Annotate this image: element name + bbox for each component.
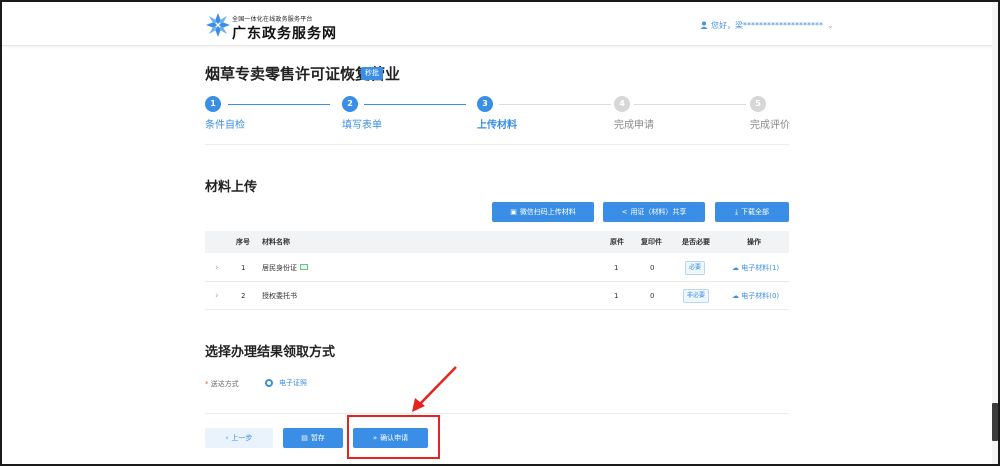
- electronic-material-link[interactable]: ☁ 电子材料(0): [732, 282, 779, 310]
- wechat-upload-button[interactable]: ▣ 微信扫码上传材料: [492, 202, 594, 222]
- chevron-left-icon: ‹: [225, 434, 229, 442]
- electronic-material-link[interactable]: ☁ 电子材料(1): [732, 254, 779, 282]
- instant-approval-badge: 秒批: [361, 67, 383, 80]
- vertical-scrollbar[interactable]: [992, 2, 998, 464]
- electronic-material-label: 电子材料(0): [741, 292, 780, 300]
- step-connector: [499, 104, 611, 105]
- row-index: 2: [241, 292, 246, 300]
- save-draft-label: 暂存: [310, 434, 325, 442]
- required-star-icon: *: [205, 380, 209, 388]
- materials-table-header: 序号 材料名称 原件 复印件 是否必要 操作: [205, 231, 789, 253]
- row-index: 1: [241, 264, 246, 272]
- expand-row-icon[interactable]: ›: [215, 254, 219, 282]
- step-connector: [228, 104, 330, 105]
- copy-count: 0: [650, 264, 655, 272]
- user-menu[interactable]: 您好，梁******************** ⌄: [700, 20, 834, 31]
- table-row: › 1 居民身份证 1 0 必要 ☁ 电子材料(1): [205, 254, 789, 282]
- divider: [205, 144, 789, 145]
- document-icon: [300, 264, 308, 270]
- step-number: 2: [342, 96, 358, 112]
- top-header: 全国一体化在线政务服务平台 广东政务服务网 您好，梁**************…: [2, 2, 998, 46]
- chevron-down-icon: ⌄: [827, 21, 834, 30]
- column-header: 原件: [610, 238, 624, 246]
- delivery-method-label: * 送达方式: [205, 379, 239, 389]
- download-all-button[interactable]: ⤓ 下载全部: [715, 202, 789, 222]
- platform-logo[interactable]: [205, 12, 231, 38]
- download-icon: ⤓: [734, 208, 739, 216]
- electronic-material-label: 电子材料(1): [741, 264, 780, 272]
- step-label: 上传材料: [477, 120, 517, 131]
- column-header: 材料名称: [262, 238, 290, 246]
- step-connector: [364, 104, 466, 105]
- electronic-license-radio[interactable]: [265, 379, 273, 387]
- column-header: 序号: [236, 238, 250, 246]
- original-count: 1: [614, 264, 619, 272]
- step-number: 1: [205, 96, 221, 112]
- cloud-icon: ☁: [732, 292, 739, 300]
- step-number: 5: [750, 96, 766, 112]
- divider: [205, 413, 789, 414]
- annotation-highlight-box: [347, 415, 440, 459]
- step-number: 4: [614, 96, 630, 112]
- column-header: 复印件: [641, 238, 662, 246]
- original-count: 1: [614, 292, 619, 300]
- expand-row-icon[interactable]: ›: [215, 282, 219, 310]
- materials-section-title: 材料上传: [205, 180, 258, 195]
- copy-count: 0: [650, 292, 655, 300]
- step-connector: [634, 104, 746, 105]
- platform-subtitle: 全国一体化在线政务服务平台: [232, 16, 313, 23]
- download-all-label: 下载全部: [741, 208, 770, 216]
- material-name: 授权委托书: [262, 292, 297, 300]
- table-row: › 2 授权委托书 1 0 非必要 ☁ 电子材料(0): [205, 282, 789, 310]
- cloud-icon: ☁: [732, 264, 739, 272]
- material-name-cell: 居民身份证: [262, 254, 308, 282]
- user-icon: [700, 21, 708, 29]
- required-tag: 非必要: [683, 289, 710, 303]
- step-label: 完成评价: [750, 120, 790, 131]
- previous-step-label: 上一步: [231, 434, 253, 442]
- qr-code-icon: ▣: [510, 208, 517, 216]
- step-label: 完成申请: [614, 120, 654, 131]
- required-tag: 必要: [685, 261, 706, 275]
- share-materials-label: 用证（材料）共享: [630, 208, 687, 216]
- delivery-section-title: 选择办理结果领取方式: [205, 345, 336, 360]
- scrollbar-thumb[interactable]: [992, 403, 998, 441]
- delivery-method-text: 送达方式: [210, 380, 239, 388]
- step-label: 填写表单: [342, 120, 382, 131]
- material-name: 居民身份证: [262, 264, 297, 272]
- save-draft-button[interactable]: ▤ 暂存: [283, 428, 343, 448]
- wechat-upload-label: 微信扫码上传材料: [519, 208, 576, 216]
- column-header: 操作: [747, 238, 761, 246]
- user-greeting: 您好，梁********************: [711, 21, 823, 30]
- step-number: 3: [477, 96, 493, 112]
- platform-name[interactable]: 广东政务服务网: [232, 23, 337, 43]
- save-icon: ▤: [301, 434, 308, 442]
- share-materials-button[interactable]: < 用证（材料）共享: [603, 202, 705, 222]
- electronic-license-option[interactable]: 电子证照: [279, 378, 307, 388]
- previous-step-button[interactable]: ‹ 上一步: [205, 428, 273, 448]
- step-label: 条件自检: [205, 120, 245, 131]
- share-icon: <: [621, 208, 628, 216]
- column-header: 是否必要: [682, 238, 710, 246]
